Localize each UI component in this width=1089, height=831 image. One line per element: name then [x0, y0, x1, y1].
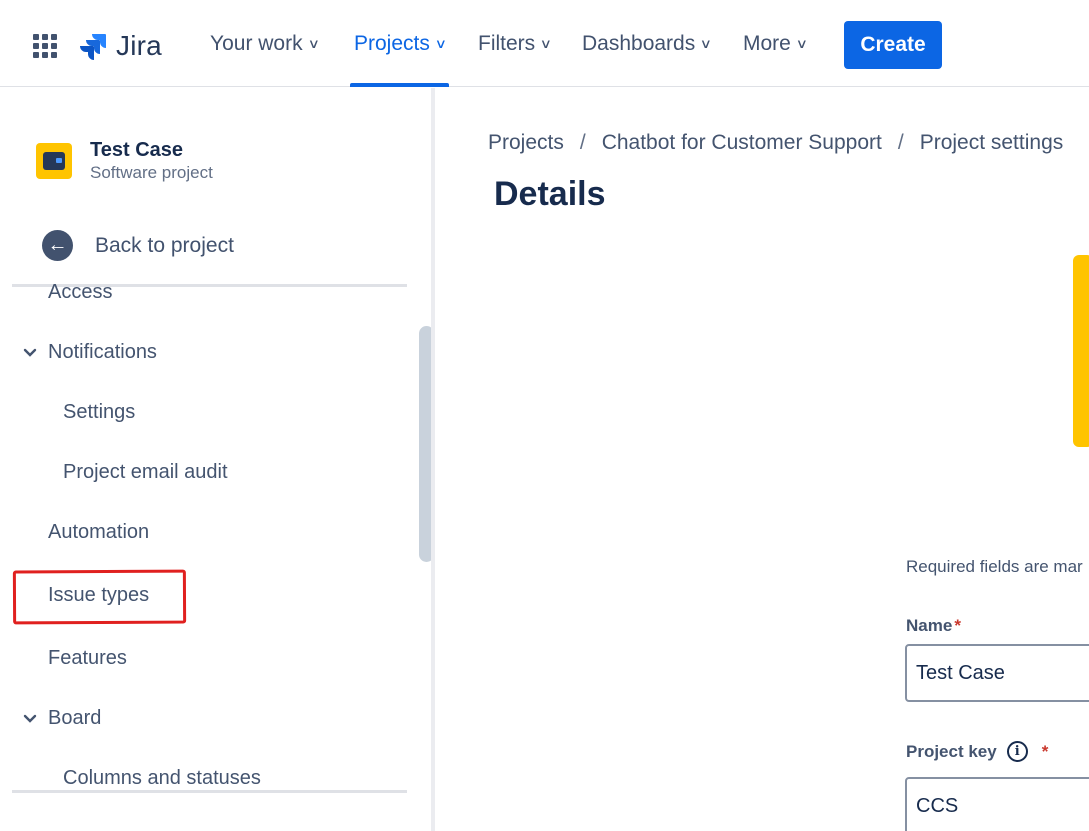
sidebar-item-notifications[interactable]: Notifications: [48, 341, 157, 364]
nav-filters[interactable]: Filters ∨: [478, 0, 553, 87]
sidebar-item-access[interactable]: Access: [48, 281, 112, 304]
app-switcher-icon[interactable]: [33, 34, 57, 58]
project-header[interactable]: Test Case Software project: [36, 138, 213, 184]
project-avatar-preview: [1073, 255, 1089, 447]
back-to-project-label: Back to project: [95, 233, 234, 257]
breadcrumb-separator: /: [897, 131, 904, 154]
chevron-down-icon: ∨: [795, 35, 808, 51]
required-asterisk: *: [1041, 741, 1049, 761]
create-button[interactable]: Create: [844, 21, 942, 69]
nav-projects[interactable]: Projects ∨: [349, 0, 450, 87]
breadcrumb-separator: /: [579, 131, 586, 154]
sidebar-item-settings[interactable]: Settings: [63, 401, 135, 424]
arrow-left-icon: ←: [42, 230, 73, 261]
page-title: Details: [494, 175, 606, 213]
required-fields-note: Required fields are mar: [906, 557, 1083, 576]
required-asterisk: *: [954, 616, 961, 635]
top-navigation: Jira Your work ∨ Projects ∨ Filters ∨ Da…: [0, 0, 1089, 87]
project-avatar-icon: [36, 143, 72, 179]
chevron-down-icon: ∨: [539, 35, 553, 51]
nav-dashboards-label: Dashboards: [582, 31, 696, 55]
breadcrumb-project[interactable]: Chatbot for Customer Support: [602, 131, 882, 155]
nav-more[interactable]: More ∨: [743, 0, 808, 87]
sidebar-item-columns-and-statuses[interactable]: Columns and statuses: [63, 767, 261, 790]
nav-dashboards[interactable]: Dashboards ∨: [582, 0, 713, 87]
project-name: Test Case: [90, 139, 184, 161]
sidebar-item-board[interactable]: Board: [48, 707, 101, 730]
nav-more-label: More: [743, 31, 791, 55]
project-key-label-text: Project key: [906, 741, 997, 761]
project-sidebar: Test Case Software project ← Back to pro…: [0, 88, 434, 831]
nav-projects-label: Projects: [354, 31, 430, 55]
sidebar-item-automation[interactable]: Automation: [48, 521, 149, 544]
chevron-down-icon: ∨: [434, 35, 447, 51]
app-name: Jira: [116, 30, 162, 61]
sidebar-divider-bottom: [12, 790, 407, 793]
info-icon[interactable]: i: [1006, 741, 1028, 762]
chevron-down-icon[interactable]: [22, 345, 38, 361]
back-to-project-button[interactable]: ← Back to project: [42, 230, 234, 261]
project-key-field-label: Project key i *: [906, 741, 1048, 762]
name-field-label: Name *: [906, 616, 961, 636]
project-type: Software project: [90, 163, 213, 182]
sidebar-item-features[interactable]: Features: [48, 647, 127, 670]
nav-filters-label: Filters: [478, 31, 536, 55]
name-field[interactable]: [905, 644, 1089, 702]
project-key-field[interactable]: [905, 777, 1089, 831]
breadcrumb-project-settings[interactable]: Project settings: [920, 131, 1064, 155]
chevron-down-icon: ∨: [699, 35, 713, 51]
chevron-down-icon: ∨: [307, 35, 320, 51]
sidebar-resize-handle[interactable]: [431, 88, 435, 831]
nav-your-work[interactable]: Your work ∨: [210, 0, 320, 87]
breadcrumb-projects[interactable]: Projects: [488, 131, 564, 155]
sidebar-item-project-email-audit[interactable]: Project email audit: [63, 461, 228, 484]
breadcrumb: Projects / Chatbot for Customer Support …: [488, 131, 1063, 155]
chevron-down-icon[interactable]: [22, 711, 38, 727]
jira-logo-icon: [80, 34, 106, 60]
nav-your-work-label: Your work: [210, 31, 303, 55]
jira-logo[interactable]: Jira: [78, 30, 162, 62]
name-label-text: Name: [906, 616, 953, 635]
issue-types-highlight-annotation: [12, 569, 187, 625]
